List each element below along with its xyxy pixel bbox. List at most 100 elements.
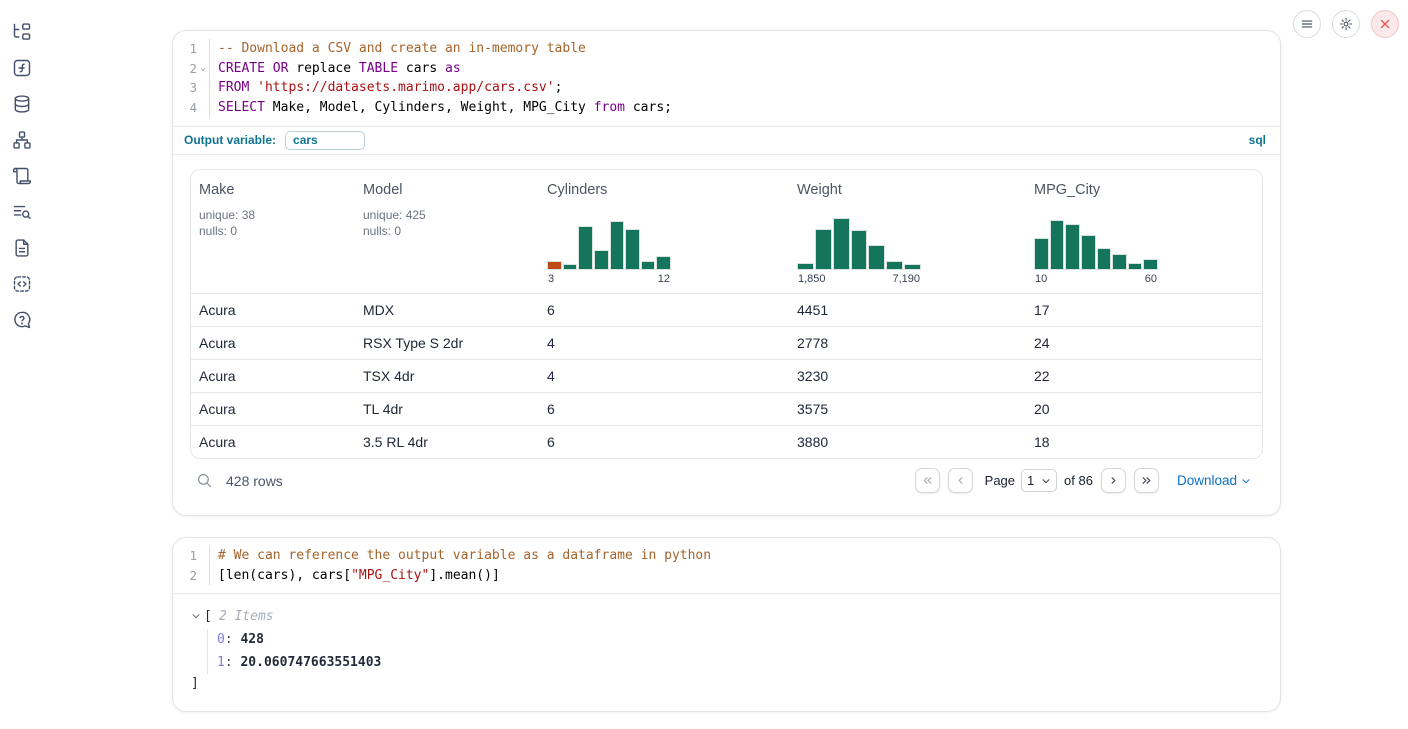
fold-gutter (197, 78, 209, 98)
column-stat: unique: 38 (199, 207, 347, 224)
code-line[interactable]: 1# We can reference the output variable … (173, 546, 1280, 566)
column-name: Cylinders (547, 182, 781, 198)
code-line[interactable]: 2[len(cars), cars["MPG_City"].mean()] (173, 566, 1280, 586)
list-output-items: 0: 4281: 20.060747663551403 (207, 629, 1280, 674)
table-row[interactable]: Acura3.5 RL 4dr6388018 (191, 425, 1262, 458)
item-value: 20.060747663551403 (240, 655, 381, 670)
shutdown-button[interactable] (1371, 10, 1399, 38)
table-cell: RSX Type S 2dr (355, 335, 539, 351)
histogram-bar[interactable] (868, 245, 885, 270)
collapse-icon[interactable] (191, 611, 204, 621)
code-line[interactable]: 2⌄CREATE OR replace TABLE cars as (173, 59, 1280, 79)
histogram-bar[interactable] (563, 264, 578, 270)
histogram-bar[interactable] (1081, 235, 1096, 270)
histogram-bar[interactable] (1112, 254, 1127, 270)
logs-search-icon[interactable] (12, 202, 32, 222)
output-panel: [ 2 Items 0: 4281: 20.060747663551403 ] (173, 593, 1280, 693)
column-header[interactable]: MPG_City1060 (1026, 178, 1262, 293)
file-explorer-icon[interactable] (12, 22, 32, 42)
histogram-bar[interactable] (1128, 263, 1143, 270)
histogram-bar[interactable] (851, 230, 868, 270)
dependency-graph-icon[interactable] (12, 130, 32, 150)
table-cell: Acura (191, 335, 355, 351)
column-name: Model (363, 182, 531, 198)
gear-icon (1339, 17, 1353, 31)
table-cell: 22 (1026, 368, 1262, 384)
line-number: 1 (173, 546, 197, 566)
table-row[interactable]: AcuraTL 4dr6357520 (191, 392, 1262, 425)
list-output-header: [ 2 Items (191, 607, 1280, 625)
fold-gutter (197, 546, 209, 566)
histogram-bar[interactable] (610, 221, 625, 270)
histogram-bar[interactable] (797, 263, 814, 270)
snippets-code-icon[interactable] (12, 274, 32, 294)
column-header[interactable]: Weight1,8507,190 (789, 178, 1026, 293)
histogram-bar[interactable] (815, 229, 832, 270)
page-total: of 86 (1064, 473, 1093, 488)
output-variable-row: Output variable: sql (173, 126, 1280, 154)
table-cell: TL 4dr (355, 401, 539, 417)
last-page-button[interactable] (1134, 468, 1159, 493)
histogram-bar[interactable] (547, 261, 562, 270)
documentation-file-icon[interactable] (12, 238, 32, 258)
hamburger-menu-icon (1300, 17, 1314, 31)
histogram-bar[interactable] (641, 261, 656, 270)
variables-function-icon[interactable] (12, 58, 32, 78)
prev-page-button[interactable] (948, 468, 973, 493)
sql-editor[interactable]: 1-- Download a CSV and create an in-memo… (173, 31, 1280, 126)
download-button[interactable]: Download (1177, 473, 1251, 488)
line-number: 2 (173, 566, 197, 586)
fold-chevron-icon[interactable]: ⌄ (197, 59, 209, 79)
table-row[interactable]: AcuraMDX6445117 (191, 293, 1262, 326)
histogram-max-label: 12 (658, 273, 670, 285)
chevron-down-icon (1041, 476, 1051, 486)
help-chat-icon[interactable] (12, 310, 32, 330)
histogram-bar[interactable] (1034, 238, 1049, 270)
datasources-database-icon[interactable] (12, 94, 32, 114)
column-histogram: 1,8507,190 (797, 218, 921, 285)
table-body: AcuraMDX6445117AcuraRSX Type S 2dr427782… (191, 293, 1262, 458)
settings-button[interactable] (1332, 10, 1360, 38)
line-number: 2 (173, 59, 197, 79)
table-cell: 3.5 RL 4dr (355, 434, 539, 450)
table-cell: 4451 (789, 302, 1026, 318)
code-line[interactable]: 3FROM 'https://datasets.marimo.app/cars.… (173, 78, 1280, 98)
python-editor[interactable]: 1# We can reference the output variable … (173, 538, 1280, 593)
code-line[interactable]: 1-- Download a CSV and create an in-memo… (173, 39, 1280, 59)
table-cell: Acura (191, 401, 355, 417)
histogram-bar[interactable] (1065, 224, 1080, 270)
histogram-bar[interactable] (1097, 248, 1112, 270)
column-header[interactable]: Makeunique: 38nulls: 0 (191, 178, 355, 293)
open-bracket: [ (204, 609, 212, 624)
column-header[interactable]: Cylinders312 (539, 178, 789, 293)
histogram-bar[interactable] (594, 250, 609, 270)
sidebar (0, 0, 44, 729)
table-row[interactable]: AcuraTSX 4dr4323022 (191, 359, 1262, 392)
column-name: MPG_City (1034, 182, 1254, 198)
histogram-bar[interactable] (1143, 259, 1158, 270)
output-variable-input[interactable] (285, 131, 365, 150)
histogram-bar[interactable] (578, 226, 593, 270)
scratchpad-scroll-icon[interactable] (12, 166, 32, 186)
histogram-bar[interactable] (833, 218, 850, 270)
histogram-bar[interactable] (1050, 220, 1065, 270)
table-row[interactable]: AcuraRSX Type S 2dr4277824 (191, 326, 1262, 359)
next-page-button[interactable] (1101, 468, 1126, 493)
histogram-bar[interactable] (886, 261, 903, 270)
first-page-button[interactable] (915, 468, 940, 493)
histogram-bar[interactable] (904, 264, 921, 270)
histogram-bar[interactable] (656, 256, 671, 270)
page-select[interactable]: 1 (1021, 469, 1057, 492)
column-header[interactable]: Modelunique: 425nulls: 0 (355, 178, 539, 293)
chevron-down-icon (1241, 476, 1251, 486)
column-stat: nulls: 0 (199, 223, 347, 240)
code-text: -- Download a CSV and create an in-memor… (209, 39, 1280, 59)
table-cell: Acura (191, 302, 355, 318)
table-cell: 3880 (789, 434, 1026, 450)
notebook-menu-button[interactable] (1293, 10, 1321, 38)
page-select-value: 1 (1027, 473, 1034, 488)
code-line[interactable]: 4SELECT Make, Model, Cylinders, Weight, … (173, 98, 1280, 118)
search-icon[interactable] (196, 472, 213, 489)
histogram-bar[interactable] (625, 229, 640, 270)
python-cell: 1# We can reference the output variable … (172, 537, 1281, 712)
